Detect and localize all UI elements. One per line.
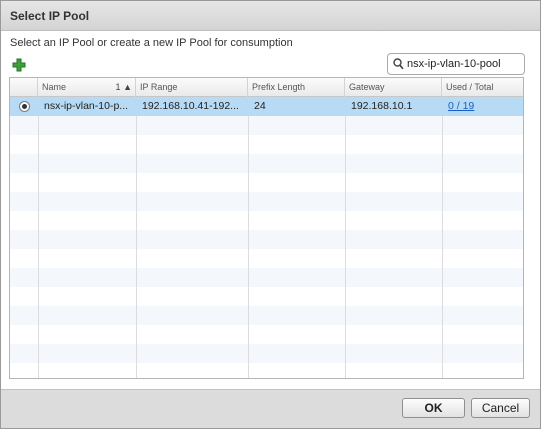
empty-row	[10, 268, 523, 287]
column-header-used-total[interactable]: Used / Total	[442, 78, 523, 97]
cancel-button[interactable]: Cancel	[471, 398, 530, 418]
empty-row	[10, 230, 523, 249]
empty-row	[10, 192, 523, 211]
column-header-name[interactable]: Name 1 ▲	[38, 78, 136, 97]
empty-row	[10, 211, 523, 230]
dialog-title: Select IP Pool	[10, 9, 90, 23]
cell-name: nsx-ip-vlan-10-p...	[44, 100, 129, 112]
table-row[interactable]: nsx-ip-vlan-10-p... 192.168.10.41-192...…	[10, 97, 523, 116]
column-divider	[248, 116, 249, 378]
empty-row	[10, 306, 523, 325]
empty-row	[10, 249, 523, 268]
column-header-prefix-length[interactable]: Prefix Length	[248, 78, 345, 97]
ip-pool-grid: Name 1 ▲ IP Range Prefix Length Gateway …	[9, 77, 524, 379]
empty-row	[10, 287, 523, 306]
column-header-ip-range[interactable]: IP Range	[136, 78, 248, 97]
cell-gateway: 192.168.10.1	[351, 100, 413, 112]
empty-row	[10, 116, 523, 135]
column-header-select	[10, 78, 38, 97]
search-icon	[393, 58, 404, 70]
search-box[interactable]	[387, 53, 525, 75]
green-plus-icon	[12, 58, 26, 72]
instruction-text: Select an IP Pool or create a new IP Poo…	[10, 37, 293, 49]
column-divider	[136, 116, 137, 378]
cell-ip-range: 192.168.10.41-192...	[142, 100, 239, 112]
empty-row	[10, 135, 523, 154]
column-header-gateway[interactable]: Gateway	[345, 78, 442, 97]
column-divider	[442, 116, 443, 378]
select-ip-pool-dialog: Select IP Pool Select an IP Pool or crea…	[0, 0, 541, 429]
add-ip-pool-button[interactable]	[12, 58, 26, 72]
ok-button[interactable]: OK	[402, 398, 465, 418]
dialog-titlebar: Select IP Pool	[1, 1, 540, 31]
search-input[interactable]	[407, 56, 522, 72]
empty-row	[10, 154, 523, 173]
grid-header: Name 1 ▲ IP Range Prefix Length Gateway …	[10, 78, 523, 97]
sort-ascending-icon: 1 ▲	[115, 82, 132, 92]
empty-row	[10, 173, 523, 192]
used-total-link[interactable]: 0 / 19	[442, 97, 523, 116]
empty-row	[10, 363, 523, 378]
column-header-name-label: Name	[42, 82, 67, 92]
empty-row	[10, 325, 523, 344]
dialog-footer: OK Cancel	[1, 389, 540, 428]
column-divider	[345, 116, 346, 378]
row-radio-button[interactable]	[19, 101, 30, 112]
column-divider	[38, 116, 39, 378]
cell-prefix-length: 24	[254, 100, 266, 112]
empty-row	[10, 344, 523, 363]
